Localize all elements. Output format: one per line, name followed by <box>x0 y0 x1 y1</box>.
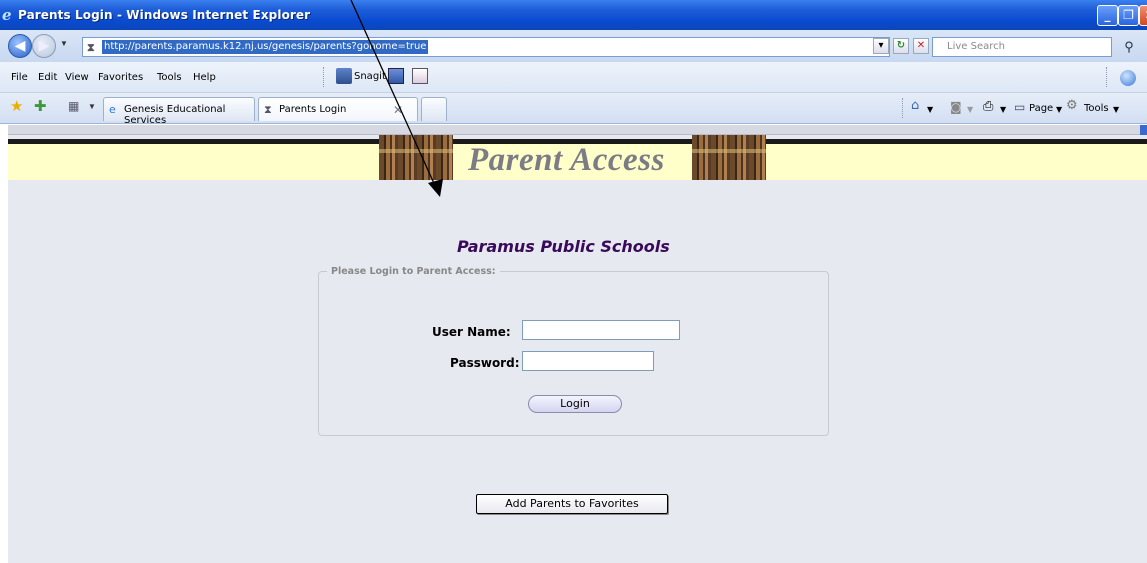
quick-tabs-icon[interactable]: ▦ <box>68 99 79 113</box>
page-content: Parent Access Paramus Public Schools Ple… <box>8 125 1147 563</box>
home-icon[interactable]: ⌂ <box>911 98 919 113</box>
title-bar: e Parents Login - Windows Internet Explo… <box>0 0 1147 30</box>
password-input[interactable] <box>522 351 654 371</box>
page-top-strip <box>8 125 1147 135</box>
tab-label: Parents Login <box>279 104 347 115</box>
add-to-favorites-button[interactable]: Add Parents to Favorites <box>476 494 668 514</box>
home-dropdown-icon[interactable]: ▼ <box>927 105 933 114</box>
tools-dropdown-icon[interactable]: ▼ <box>1113 105 1119 114</box>
toolbar-separator <box>323 67 324 87</box>
books-image-left <box>379 135 453 180</box>
restore-button[interactable]: ❐ <box>1118 5 1139 26</box>
refresh-button[interactable]: ↻ <box>893 38 909 54</box>
window-title: Parents Login - Windows Internet Explore… <box>18 8 311 22</box>
search-icon[interactable]: ⚲ <box>1118 37 1140 57</box>
menu-edit[interactable]: Edit <box>38 72 57 83</box>
address-input[interactable]: ⧗ http://parents.paramus.k12.nj.us/genes… <box>82 37 890 57</box>
favorites-center-star-icon[interactable]: ★ <box>10 97 23 115</box>
feeds-icon[interactable]: ◙ <box>950 100 962 114</box>
toolbar-separator <box>902 98 903 118</box>
browser-window: e Parents Login - Windows Internet Explo… <box>0 0 1147 563</box>
password-label: Password: <box>450 356 520 370</box>
books-image-right <box>692 135 766 180</box>
menu-tools[interactable]: Tools <box>157 72 182 83</box>
menu-help[interactable]: Help <box>193 72 216 83</box>
tab-list-dropdown-icon[interactable]: ▼ <box>88 102 96 111</box>
close-button[interactable]: ✕ <box>1139 5 1147 26</box>
login-fieldset: Please Login to Parent Access: User Name… <box>318 266 829 436</box>
site-favicon-icon: ⧗ <box>87 41 95 54</box>
new-tab-button[interactable] <box>421 97 447 121</box>
tab-parents-login[interactable]: ⧗ Parents Login ✕ <box>258 97 418 121</box>
snagit-icon[interactable] <box>336 68 352 84</box>
snagit-window-icon[interactable] <box>388 68 404 84</box>
login-button[interactable]: Login <box>528 395 622 413</box>
feeds-dropdown-icon[interactable]: ▼ <box>967 105 973 114</box>
school-name: Paramus Public Schools <box>457 237 670 256</box>
address-url: http://parents.paramus.k12.nj.us/genesis… <box>102 40 429 54</box>
tab-label: Genesis Educational Services <box>124 104 226 126</box>
page-dropdown-icon[interactable]: ▼ <box>1056 105 1062 114</box>
live-search-input[interactable]: Live Search <box>932 37 1112 57</box>
page-icon: ▭ <box>1014 100 1026 114</box>
menu-file[interactable]: File <box>11 72 28 83</box>
back-button[interactable]: ◀ <box>8 34 32 58</box>
print-dropdown-icon[interactable]: ▼ <box>1000 105 1006 114</box>
snagit-edit-icon[interactable] <box>412 68 428 84</box>
scrollbar-nub[interactable] <box>1140 125 1147 135</box>
ie-logo-icon: e <box>2 6 12 24</box>
minimize-button[interactable]: _ <box>1097 5 1118 26</box>
ie-page-icon: e <box>109 103 116 116</box>
menu-view[interactable]: View <box>65 72 89 83</box>
login-legend: Please Login to Parent Access: <box>327 266 500 277</box>
menu-bar: File Edit View Favorites Tools Help Snag… <box>0 62 1147 93</box>
gear-icon: ⚙ <box>1066 98 1078 113</box>
username-label: User Name: <box>432 325 511 339</box>
tools-menu-button[interactable]: Tools <box>1084 103 1109 114</box>
banner-title: Parent Access <box>468 142 665 178</box>
address-dropdown-button[interactable]: ▾ <box>873 38 889 54</box>
tab-genesis[interactable]: e Genesis Educational Services <box>103 97 255 126</box>
page-menu-button[interactable]: Page <box>1029 103 1053 114</box>
tab-bar: ★ ✚ ▦ ▼ e Genesis Educational Services ⧗… <box>0 93 1147 126</box>
username-input[interactable] <box>522 320 680 340</box>
help-globe-icon[interactable] <box>1120 70 1136 86</box>
add-favorite-star-icon[interactable]: ✚ <box>34 97 47 115</box>
menu-favorites[interactable]: Favorites <box>98 72 143 83</box>
snagit-button[interactable]: Snagit <box>354 71 386 82</box>
stop-button[interactable]: ✕ <box>913 38 929 54</box>
forward-button[interactable]: ▶ <box>32 34 56 58</box>
site-favicon-icon: ⧗ <box>264 103 272 116</box>
toolbar-separator <box>1106 67 1107 87</box>
print-icon[interactable]: ⎙ <box>983 99 993 114</box>
close-tab-icon[interactable]: ✕ <box>393 103 403 117</box>
recent-pages-dropdown-icon[interactable]: ▼ <box>60 39 68 48</box>
